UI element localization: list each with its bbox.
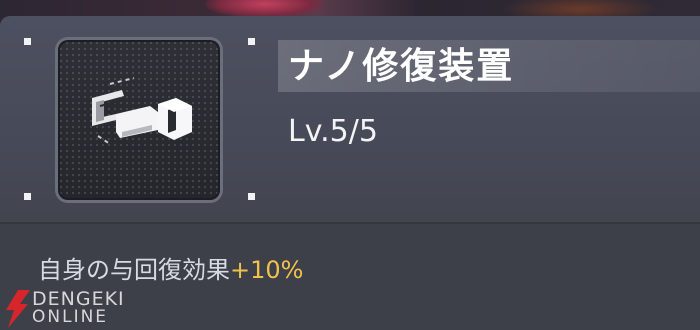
watermark-logo: DENGEKI ONLINE <box>0 288 130 330</box>
effect-text: 自身の与回復効果 <box>38 256 230 284</box>
corner-marker-top-right <box>248 38 255 45</box>
watermark-line2: ONLINE <box>32 307 109 327</box>
effect-value: +10% <box>230 256 304 284</box>
corner-marker-top-left <box>24 38 31 45</box>
skill-effect-description: 自身の与回復効果+10% <box>38 252 303 288</box>
skill-level: Lv.5/5 <box>288 114 378 149</box>
corner-marker-bottom-left <box>24 193 31 200</box>
skill-name: ナノ修復装置 <box>288 46 515 87</box>
skill-icon-frame[interactable] <box>58 40 220 200</box>
dengeki-lightning-icon <box>6 290 30 328</box>
corner-marker-bottom-right <box>248 193 255 200</box>
nano-repair-device-icon <box>92 77 192 145</box>
